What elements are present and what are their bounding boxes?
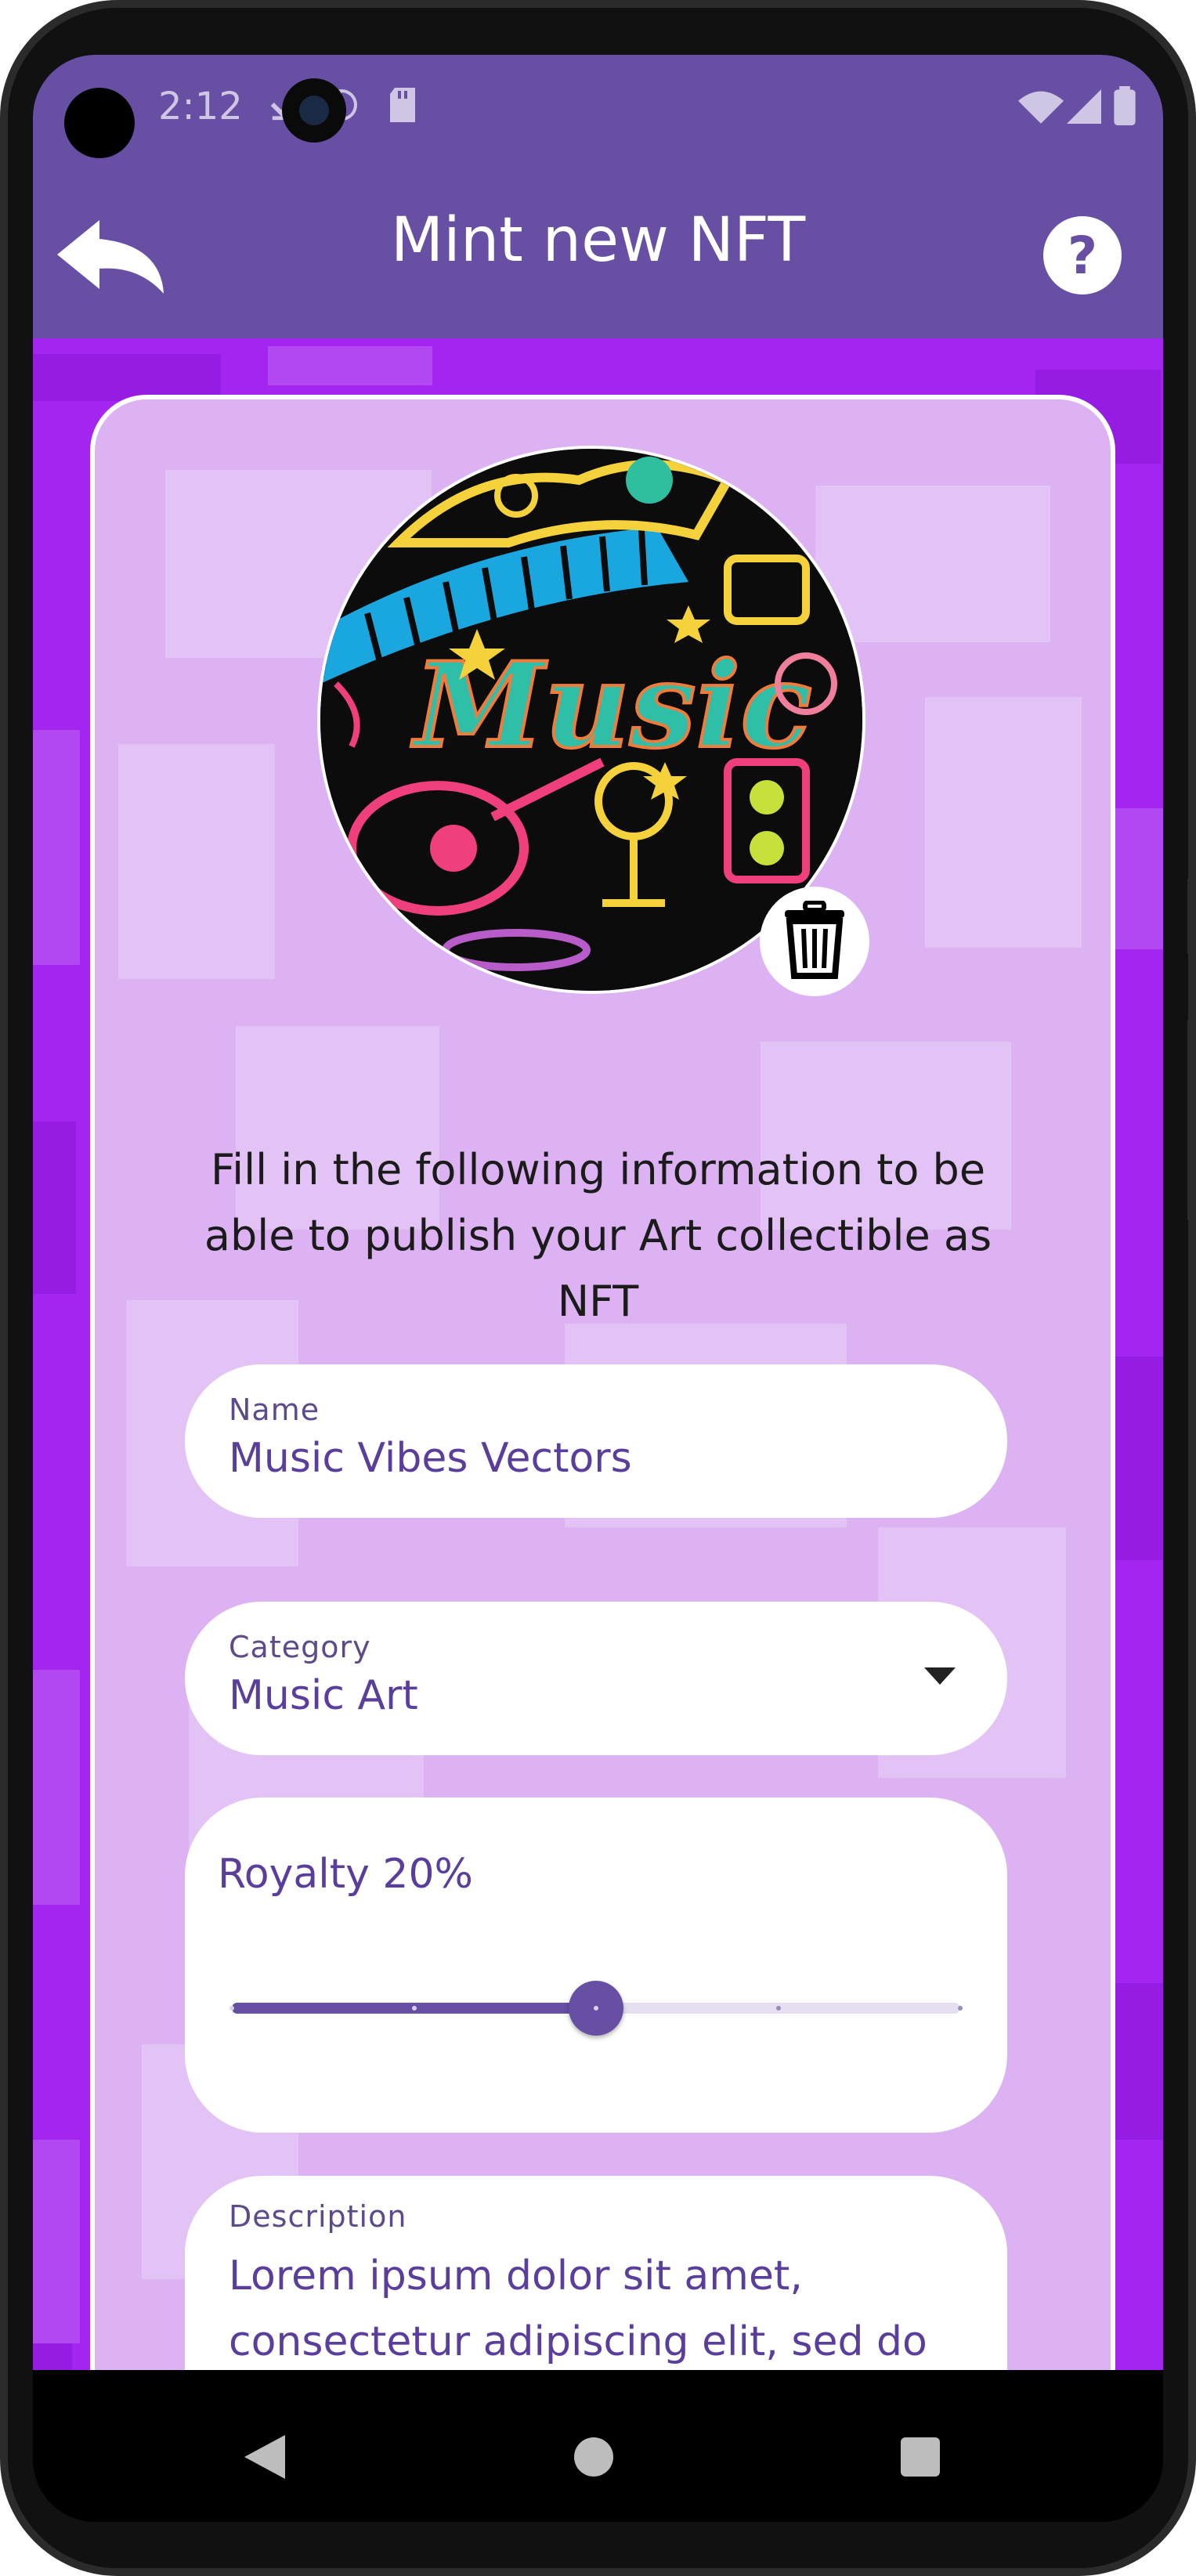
category-label: Category — [229, 1630, 371, 1664]
description-label: Description — [229, 2199, 407, 2234]
wifi-icon — [1018, 89, 1064, 127]
trash-icon — [782, 900, 847, 982]
page-title: Mint new NFT — [390, 205, 806, 276]
slider-tick — [411, 2006, 417, 2011]
dropdown-arrow-icon — [924, 1667, 956, 1688]
nav-home-button[interactable] — [574, 2437, 613, 2477]
volume-button — [1187, 1018, 1196, 1222]
sd-card-icon — [387, 86, 418, 127]
camera-notch — [282, 78, 346, 143]
power-button — [1187, 877, 1196, 956]
royalty-panel: Royalty 20% — [185, 1797, 1007, 2133]
front-camera-hole — [64, 88, 135, 158]
slider-tick — [958, 2006, 963, 2011]
slider-tick — [229, 2006, 234, 2011]
battery-icon — [1114, 86, 1136, 128]
slider-tick — [594, 2006, 598, 2011]
help-icon: ? — [1067, 225, 1098, 286]
name-label: Name — [229, 1393, 320, 1427]
category-value: Music Art — [229, 1672, 418, 1719]
nav-recents-button[interactable] — [901, 2437, 940, 2477]
nav-back-button[interactable] — [244, 2435, 285, 2482]
status-time: 2:12 — [158, 85, 243, 128]
name-value: Music Vibes Vectors — [229, 1435, 632, 1482]
help-button[interactable]: ? — [1043, 216, 1122, 294]
category-dropdown[interactable]: Category Music Art — [185, 1602, 1007, 1755]
signal-icon — [1067, 89, 1101, 127]
instructions-text: Fill in the following information to be … — [204, 1145, 992, 1326]
name-field[interactable]: Name Music Vibes Vectors — [185, 1364, 1007, 1518]
screen: 2:12 Mint new NFT ? Music Fill in the fo… — [33, 55, 1163, 2522]
app-bar: 2:12 Mint new NFT ? — [33, 55, 1163, 338]
royalty-label: Royalty 20% — [218, 1851, 473, 1898]
delete-image-button[interactable] — [760, 887, 869, 996]
slider-tick — [775, 2006, 781, 2011]
description-value: Lorem ipsum dolor sit amet, consectetur … — [229, 2253, 927, 2365]
